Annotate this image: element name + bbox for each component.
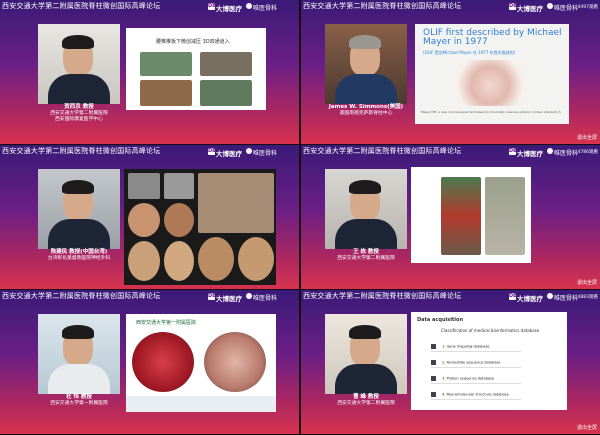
video-panel-6[interactable]: 西安交通大学第二附属医院脊柱微创国际高峰论坛 DB大博医疗 唯医骨科 4883观… <box>301 290 600 434</box>
speaker-video <box>38 24 120 104</box>
speaker-video <box>38 314 120 394</box>
surgery-photo <box>140 52 192 76</box>
partner-logo: 唯医骨科 <box>547 3 578 12</box>
slide-title: Data acquisition <box>417 317 464 323</box>
presentation-slide: 腰椎椎板下微创减压 3D双通道入 <box>126 28 266 110</box>
speaker-video <box>325 314 407 394</box>
endoscope-view <box>198 237 234 281</box>
presentation-slide: Data acquisition Classification of medic… <box>411 312 567 410</box>
anatomy-illustration <box>451 60 529 106</box>
slide-subtitle: Classification of medical bioinformatics… <box>441 328 540 333</box>
partner-logo: 唯医骨科 <box>246 293 277 302</box>
surgery-photo <box>140 80 192 106</box>
slide-title: OLIF first described by Michael Mayer in… <box>423 28 562 48</box>
endoscope-view <box>164 241 194 281</box>
brand-logo-icon: DB <box>208 148 216 155</box>
presentation-slide: 西安交通大学第一附属医院 <box>126 314 276 412</box>
video-panel-2[interactable]: 西安交通大学第二附属医院脊柱微创国际高峰论坛 DB大博医疗 唯医骨科 4497观… <box>301 0 600 144</box>
speaker-caption: 王 栋 教授 西安交通大学第二附属医院 <box>337 249 395 261</box>
speaker-caption: 陈建民 教授(中国台湾) 台湾彰化基督教医院神经外科 <box>47 249 111 261</box>
list-item: 3. Protein sequence database <box>431 376 521 384</box>
speaker-video <box>325 169 407 249</box>
bullet-icon <box>431 360 436 365</box>
bullet-icon <box>431 344 436 349</box>
video-panel-5[interactable]: 西安交通大学第二附属医院脊柱微创国际高峰论坛 DB大博医疗 唯医骨科 杜 恒 教… <box>0 290 299 434</box>
partner-logo-icon <box>547 293 553 299</box>
bullet-icon <box>431 392 436 397</box>
speaker-caption: 曹 峰 教授 西安交通大学第二附属医院 <box>337 394 395 406</box>
partner-logo-icon <box>246 293 252 299</box>
surgery-photo <box>441 177 481 255</box>
endoscope-view <box>132 332 194 392</box>
list-item: 4. Macromolecular structure database <box>431 392 521 400</box>
surgery-photo <box>198 173 274 233</box>
video-panel-4[interactable]: 西安交通大学第二附属医院脊柱微创国际高峰论坛 DB大博医疗 唯医骨科 4786观… <box>301 145 600 289</box>
partner-logo: 唯医骨科 <box>547 148 578 157</box>
brand-logo: DB大博医疗 <box>208 148 242 158</box>
brand-logo-icon: DB <box>509 3 517 10</box>
brand-logo-icon: DB <box>509 148 517 155</box>
endoscope-view <box>238 237 274 281</box>
surgery-photo <box>200 80 252 106</box>
endoscope-view <box>128 241 160 281</box>
panel-title: 西安交通大学第二附属医院脊柱微创国际高峰论坛 <box>303 2 462 10</box>
exit-fullscreen-button[interactable]: 退出全屏 <box>577 279 597 286</box>
partner-logo-icon <box>246 148 252 154</box>
partner-logo-icon <box>547 3 553 9</box>
view-count: 4786观看 <box>577 150 598 155</box>
brand-logo: DB大博医疗 <box>208 3 242 13</box>
surgery-photo <box>485 177 525 255</box>
speaker-caption: James W. Simmons(美国) 美国南德克萨斯脊柱中心 <box>328 104 404 116</box>
endoscope-view <box>128 203 160 237</box>
brand-logo: DB大博医疗 <box>509 293 543 303</box>
brand-logo: DB大博医疗 <box>208 293 242 303</box>
endoscope-view <box>164 203 194 237</box>
partner-logo: 唯医骨科 <box>246 3 277 12</box>
video-panel-1[interactable]: 西安交通大学第二附属医院脊柱微创国际高峰论坛 DB大博医疗 唯医骨科 贺西京 教… <box>0 0 299 144</box>
brand-logo-icon: DB <box>509 293 517 300</box>
video-panel-3[interactable]: 西安交通大学第二附属医院脊柱微创国际高峰论坛 DB大博医疗 唯医骨科 陈建民 教… <box>0 145 299 289</box>
speaker-video <box>325 24 407 104</box>
presentation-slide: OLIF first described by Michael Mayer in… <box>415 24 569 124</box>
video-grid: 西安交通大学第二附属医院脊柱微创国际高峰论坛 DB大博医疗 唯医骨科 贺西京 教… <box>0 0 600 435</box>
partner-logo: 唯医骨科 <box>246 148 277 157</box>
list-item: 2. Nucleotide sequence database <box>431 360 521 368</box>
panel-title: 西安交通大学第二附属医院脊柱微创国际高峰论坛 <box>2 2 161 10</box>
exit-fullscreen-button[interactable]: 退出全屏 <box>577 134 597 141</box>
view-count: 4883观看 <box>577 295 598 300</box>
panel-title: 西安交通大学第二附属医院脊柱微创国际高峰论坛 <box>303 292 462 300</box>
list-item: 1. Gene mapping database <box>431 344 521 352</box>
speaker-caption: 贺西京 教授 西安交通大学第二附属医院 西安国际康复医学中心 <box>50 104 108 122</box>
brand-logo: DB大博医疗 <box>509 3 543 13</box>
panel-title: 西安交通大学第二附属医院脊柱微创国际高峰论坛 <box>2 147 161 155</box>
speaker-video <box>38 169 120 249</box>
brand-logo-icon: DB <box>208 293 216 300</box>
view-count: 4497观看 <box>577 5 598 10</box>
partner-logo-icon <box>547 148 553 154</box>
bullet-icon <box>431 376 436 381</box>
panel-title: 西安交通大学第二附属医院脊柱微创国际高峰论坛 <box>2 292 161 300</box>
endoscope-view <box>204 332 266 392</box>
panel-title: 西安交通大学第二附属医院脊柱微创国际高峰论坛 <box>303 147 462 155</box>
surgery-photo <box>200 52 252 76</box>
brand-logo: DB大博医疗 <box>509 148 543 158</box>
xray-image <box>128 173 160 199</box>
speaker-caption: 杜 恒 教授 西安交通大学第一附属医院 <box>50 394 108 406</box>
brand-logo-icon: DB <box>208 3 216 10</box>
exit-fullscreen-button[interactable]: 退出全屏 <box>577 424 597 431</box>
presentation-slide <box>124 169 276 285</box>
partner-logo: 唯医骨科 <box>547 293 578 302</box>
xray-image <box>164 173 194 199</box>
slide-header: 西安交通大学第一附属医院 <box>136 320 197 326</box>
partner-logo-icon <box>246 3 252 9</box>
presentation-slide <box>411 167 531 263</box>
